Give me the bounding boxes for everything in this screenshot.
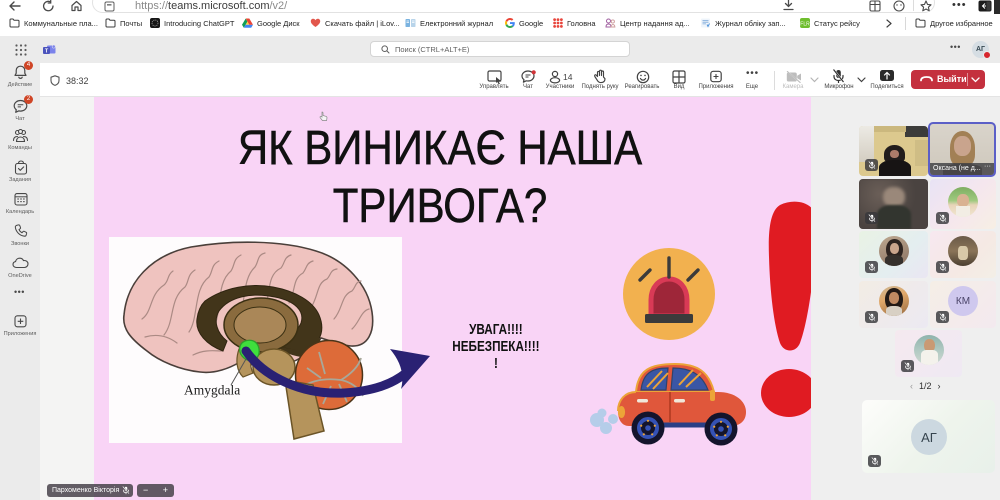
svg-text:FLR: FLR — [800, 21, 810, 27]
svg-text:Amygdala: Amygdala — [184, 383, 240, 398]
